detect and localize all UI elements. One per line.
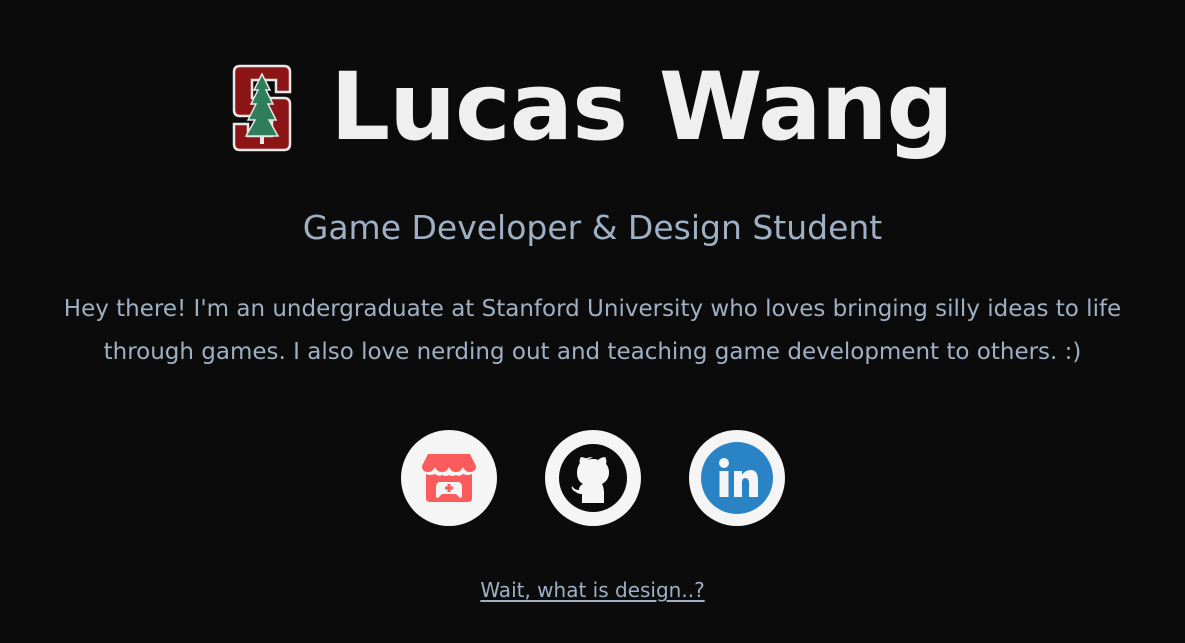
itchio-icon: [421, 454, 476, 502]
design-link-row: Wait, what is design..?: [0, 576, 1185, 604]
page-title: Lucas Wang: [330, 53, 954, 162]
social-links: [0, 430, 1185, 526]
github-link[interactable]: [544, 430, 641, 526]
bio-text: Hey there! I'm an undergraduate at Stanf…: [63, 296, 1122, 365]
what-is-design-link[interactable]: Wait, what is design..?: [480, 578, 704, 602]
page: Lucas Wang Game Developer & Design Stude…: [0, 0, 1185, 643]
linkedin-link[interactable]: [688, 430, 785, 526]
linkedin-icon: [700, 442, 773, 514]
title-row: Lucas Wang: [0, 52, 1185, 164]
subtitle: Game Developer & Design Student: [302, 208, 883, 247]
stanford-s-icon: [232, 64, 292, 152]
itchio-link[interactable]: [400, 430, 497, 526]
github-icon: [558, 444, 627, 512]
